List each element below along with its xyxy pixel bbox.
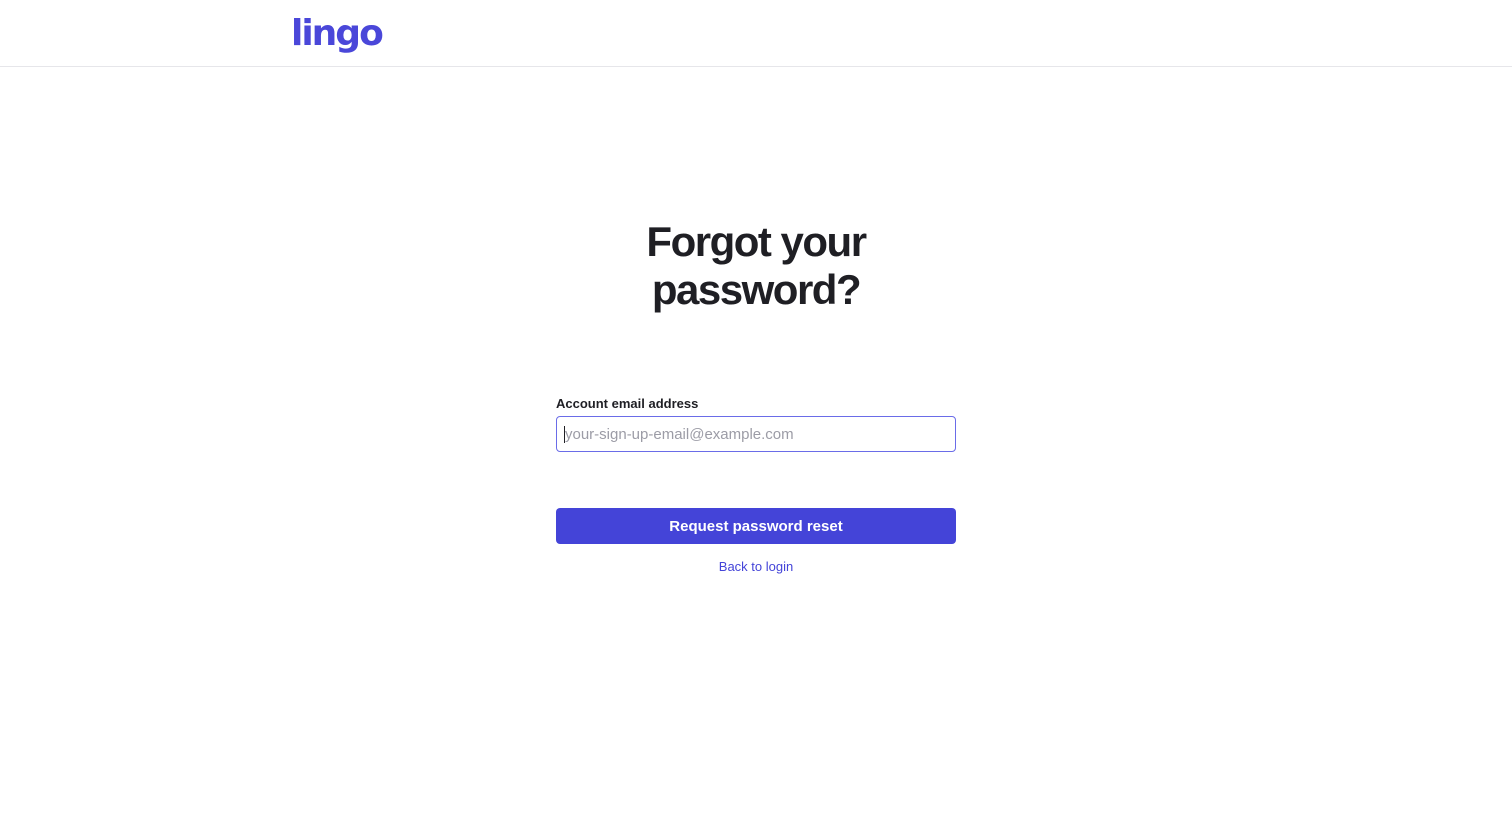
email-input[interactable]: [556, 416, 956, 452]
back-to-login-link[interactable]: Back to login: [556, 559, 956, 574]
text-caret: [564, 426, 565, 443]
email-label: Account email address: [556, 396, 699, 411]
page-title-line-1: Forgot your: [646, 218, 867, 265]
top-bar: lingo: [0, 0, 1512, 67]
page-title: Forgot your password?: [556, 218, 956, 314]
request-password-reset-button[interactable]: Request password reset: [556, 508, 956, 544]
page-title-line-2: password?: [651, 266, 862, 313]
lingo-logo[interactable]: lingo: [291, 12, 384, 56]
